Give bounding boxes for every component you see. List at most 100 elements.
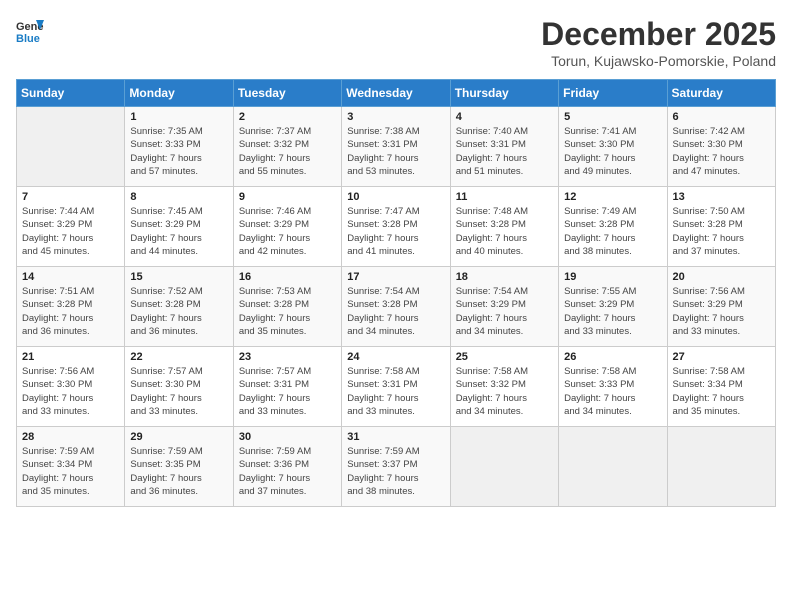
- location-title: Torun, Kujawsko-Pomorskie, Poland: [541, 53, 776, 69]
- day-number: 14: [22, 271, 119, 283]
- day-number: 8: [130, 191, 227, 203]
- day-number: 11: [456, 191, 553, 203]
- day-info: Sunrise: 7:49 AM Sunset: 3:28 PM Dayligh…: [564, 205, 661, 258]
- month-title: December 2025: [541, 16, 776, 53]
- calendar-cell: 9 Sunrise: 7:46 AM Sunset: 3:29 PM Daylig…: [233, 187, 341, 267]
- calendar-cell: 12 Sunrise: 7:49 AM Sunset: 3:28 PM Dayli…: [559, 187, 667, 267]
- calendar-cell: 22Sunrise: 7:57 AM Sunset: 3:30 PM Dayli…: [125, 347, 233, 427]
- day-number: 20: [673, 271, 770, 283]
- calendar-cell: 7 Sunrise: 7:44 AM Sunset: 3:29 PM Daylig…: [17, 187, 125, 267]
- day-number: 9: [239, 191, 336, 203]
- day-info: Sunrise: 7:59 AM Sunset: 3:36 PM Dayligh…: [239, 445, 336, 498]
- day-number: 1: [130, 111, 227, 123]
- weekday-header-cell: Thursday: [450, 80, 558, 107]
- calendar-cell: 19 Sunrise: 7:55 AM Sunset: 3:29 PM Dayli…: [559, 267, 667, 347]
- day-info: Sunrise: 7:55 AM Sunset: 3:29 PM Dayligh…: [564, 285, 661, 338]
- calendar-week-row: 14 Sunrise: 7:51 AM Sunset: 3:28 PM Dayli…: [17, 267, 776, 347]
- calendar-week-row: 1Sunrise: 7:35 AM Sunset: 3:33 PM Daylig…: [17, 107, 776, 187]
- calendar-cell: 8 Sunrise: 7:45 AM Sunset: 3:29 PM Daylig…: [125, 187, 233, 267]
- calendar-cell: 3 Sunrise: 7:38 AM Sunset: 3:31 PM Daylig…: [342, 107, 450, 187]
- day-info: Sunrise: 7:41 AM Sunset: 3:30 PM Dayligh…: [564, 125, 661, 178]
- calendar-table: SundayMondayTuesdayWednesdayThursdayFrid…: [16, 79, 776, 507]
- calendar-cell: 11 Sunrise: 7:48 AM Sunset: 3:28 PM Dayli…: [450, 187, 558, 267]
- weekday-header-cell: Tuesday: [233, 80, 341, 107]
- title-area: December 2025 Torun, Kujawsko-Pomorskie,…: [541, 16, 776, 69]
- day-number: 24: [347, 351, 444, 363]
- day-number: 12: [564, 191, 661, 203]
- calendar-cell: 23 Sunrise: 7:57 AM Sunset: 3:31 PM Dayli…: [233, 347, 341, 427]
- day-info: Sunrise: 7:48 AM Sunset: 3:28 PM Dayligh…: [456, 205, 553, 258]
- day-number: 4: [456, 111, 553, 123]
- calendar-week-row: 21 Sunrise: 7:56 AM Sunset: 3:30 PM Dayli…: [17, 347, 776, 427]
- day-info: Sunrise: 7:59 AM Sunset: 3:34 PM Dayligh…: [22, 445, 119, 498]
- day-info: Sunrise: 7:54 AM Sunset: 3:29 PM Dayligh…: [456, 285, 553, 338]
- day-number: 17: [347, 271, 444, 283]
- weekday-header-row: SundayMondayTuesdayWednesdayThursdayFrid…: [17, 80, 776, 107]
- day-number: 27: [673, 351, 770, 363]
- day-number: 5: [564, 111, 661, 123]
- day-number: 18: [456, 271, 553, 283]
- calendar-cell: 16 Sunrise: 7:53 AM Sunset: 3:28 PM Dayli…: [233, 267, 341, 347]
- calendar-cell: 31Sunrise: 7:59 AM Sunset: 3:37 PM Dayli…: [342, 427, 450, 507]
- day-number: 26: [564, 351, 661, 363]
- day-number: 21: [22, 351, 119, 363]
- weekday-header-cell: Sunday: [17, 80, 125, 107]
- day-info: Sunrise: 7:46 AM Sunset: 3:29 PM Dayligh…: [239, 205, 336, 258]
- calendar-body: 1Sunrise: 7:35 AM Sunset: 3:33 PM Daylig…: [17, 107, 776, 507]
- weekday-header-cell: Friday: [559, 80, 667, 107]
- calendar-cell: 21 Sunrise: 7:56 AM Sunset: 3:30 PM Dayli…: [17, 347, 125, 427]
- day-number: 28: [22, 431, 119, 443]
- day-info: Sunrise: 7:45 AM Sunset: 3:29 PM Dayligh…: [130, 205, 227, 258]
- day-info: Sunrise: 7:47 AM Sunset: 3:28 PM Dayligh…: [347, 205, 444, 258]
- calendar-cell: 28 Sunrise: 7:59 AM Sunset: 3:34 PM Dayli…: [17, 427, 125, 507]
- calendar-cell: 4 Sunrise: 7:40 AM Sunset: 3:31 PM Daylig…: [450, 107, 558, 187]
- calendar-week-row: 28 Sunrise: 7:59 AM Sunset: 3:34 PM Dayli…: [17, 427, 776, 507]
- day-info: Sunrise: 7:42 AM Sunset: 3:30 PM Dayligh…: [673, 125, 770, 178]
- calendar-cell: 30 Sunrise: 7:59 AM Sunset: 3:36 PM Dayli…: [233, 427, 341, 507]
- calendar-cell: 20 Sunrise: 7:56 AM Sunset: 3:29 PM Dayli…: [667, 267, 775, 347]
- day-number: 10: [347, 191, 444, 203]
- calendar-cell: 27 Sunrise: 7:58 AM Sunset: 3:34 PM Dayli…: [667, 347, 775, 427]
- day-number: 7: [22, 191, 119, 203]
- weekday-header-cell: Wednesday: [342, 80, 450, 107]
- day-info: Sunrise: 7:52 AM Sunset: 3:28 PM Dayligh…: [130, 285, 227, 338]
- calendar-cell: 29 Sunrise: 7:59 AM Sunset: 3:35 PM Dayli…: [125, 427, 233, 507]
- day-number: 31: [347, 431, 444, 443]
- day-info: Sunrise: 7:57 AM Sunset: 3:31 PM Dayligh…: [239, 365, 336, 418]
- calendar-cell: 14 Sunrise: 7:51 AM Sunset: 3:28 PM Dayli…: [17, 267, 125, 347]
- day-info: Sunrise: 7:56 AM Sunset: 3:30 PM Dayligh…: [22, 365, 119, 418]
- calendar-cell: 24 Sunrise: 7:58 AM Sunset: 3:31 PM Dayli…: [342, 347, 450, 427]
- day-number: 30: [239, 431, 336, 443]
- calendar-week-row: 7 Sunrise: 7:44 AM Sunset: 3:29 PM Daylig…: [17, 187, 776, 267]
- calendar-cell: [667, 427, 775, 507]
- calendar-cell: 25Sunrise: 7:58 AM Sunset: 3:32 PM Dayli…: [450, 347, 558, 427]
- day-info: Sunrise: 7:38 AM Sunset: 3:31 PM Dayligh…: [347, 125, 444, 178]
- day-number: 19: [564, 271, 661, 283]
- calendar-cell: 26 Sunrise: 7:58 AM Sunset: 3:33 PM Dayli…: [559, 347, 667, 427]
- calendar-cell: 13Sunrise: 7:50 AM Sunset: 3:28 PM Dayli…: [667, 187, 775, 267]
- day-number: 29: [130, 431, 227, 443]
- day-number: 16: [239, 271, 336, 283]
- calendar-cell: 1Sunrise: 7:35 AM Sunset: 3:33 PM Daylig…: [125, 107, 233, 187]
- calendar-cell: 2Sunrise: 7:37 AM Sunset: 3:32 PM Daylig…: [233, 107, 341, 187]
- day-info: Sunrise: 7:59 AM Sunset: 3:35 PM Dayligh…: [130, 445, 227, 498]
- day-number: 13: [673, 191, 770, 203]
- day-number: 15: [130, 271, 227, 283]
- calendar-cell: [17, 107, 125, 187]
- day-info: Sunrise: 7:58 AM Sunset: 3:33 PM Dayligh…: [564, 365, 661, 418]
- day-info: Sunrise: 7:58 AM Sunset: 3:34 PM Dayligh…: [673, 365, 770, 418]
- day-info: Sunrise: 7:51 AM Sunset: 3:28 PM Dayligh…: [22, 285, 119, 338]
- day-number: 23: [239, 351, 336, 363]
- page-header: General Blue December 2025 Torun, Kujaws…: [16, 16, 776, 69]
- day-info: Sunrise: 7:56 AM Sunset: 3:29 PM Dayligh…: [673, 285, 770, 338]
- day-info: Sunrise: 7:53 AM Sunset: 3:28 PM Dayligh…: [239, 285, 336, 338]
- calendar-cell: 17Sunrise: 7:54 AM Sunset: 3:28 PM Dayli…: [342, 267, 450, 347]
- logo: General Blue: [16, 16, 44, 44]
- day-info: Sunrise: 7:40 AM Sunset: 3:31 PM Dayligh…: [456, 125, 553, 178]
- weekday-header-cell: Saturday: [667, 80, 775, 107]
- day-number: 3: [347, 111, 444, 123]
- calendar-cell: 10 Sunrise: 7:47 AM Sunset: 3:28 PM Dayli…: [342, 187, 450, 267]
- day-info: Sunrise: 7:44 AM Sunset: 3:29 PM Dayligh…: [22, 205, 119, 258]
- day-info: Sunrise: 7:58 AM Sunset: 3:31 PM Dayligh…: [347, 365, 444, 418]
- calendar-cell: 5 Sunrise: 7:41 AM Sunset: 3:30 PM Daylig…: [559, 107, 667, 187]
